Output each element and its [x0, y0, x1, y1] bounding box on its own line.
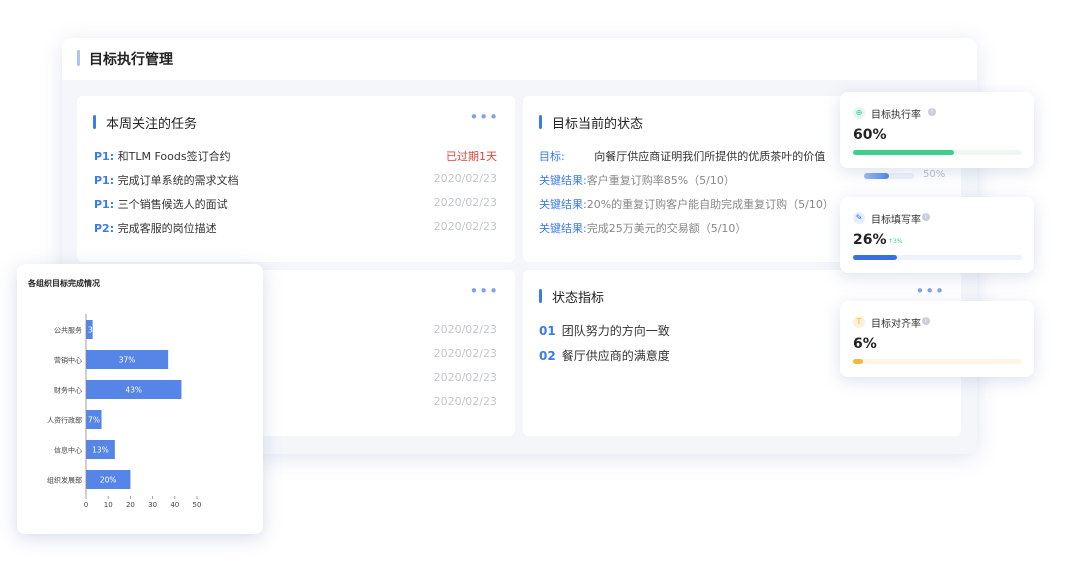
kpi-value: 26%: [853, 232, 887, 248]
indicator-text: 团队努力的方向一致: [561, 324, 670, 338]
card-accent-bar: [539, 115, 542, 129]
item-date: 2020/02/23: [433, 323, 497, 336]
bar-data-label: 13%: [92, 446, 109, 455]
category-label: 财务中心: [54, 386, 82, 395]
card-title: 状态指标: [552, 291, 605, 306]
edit-icon: ✎: [853, 212, 865, 224]
panel-header: 目标执行管理: [62, 38, 977, 80]
task-due-date: 2020/02/23: [433, 196, 497, 209]
info-icon[interactable]: i: [928, 108, 936, 116]
kpi-trend: ↑3%: [888, 238, 903, 245]
indicator-row: 01 团队努力的方向一致: [539, 322, 670, 339]
bar-data-label: 37%: [119, 356, 136, 365]
indicator-number: 02: [539, 349, 556, 363]
task-priority: P1:: [94, 150, 115, 163]
kpi-progress-fill: [853, 255, 897, 260]
category-label: 营销中心: [54, 356, 82, 365]
category-label: 人资行政部: [47, 416, 82, 425]
kpi-label: 目标对齐率: [871, 319, 921, 330]
category-label: 公共服务: [54, 326, 82, 335]
task-priority: P2:: [94, 222, 115, 235]
more-icon[interactable]: •••: [469, 282, 499, 300]
kpi-card-execution-rate: ⊕ 目标执行率 i 60%: [840, 92, 1034, 168]
key-result-text: 20%的重复订购客户能自助完成重复订购（5/10）: [586, 198, 834, 211]
weekly-tasks-card: 本周关注的任务 ••• P1: 和TLM Foods签订合约 已过期1天 P1:…: [77, 96, 515, 262]
align-icon: T: [853, 316, 865, 328]
task-row[interactable]: P2: 完成客服的岗位描述: [94, 220, 217, 236]
card-title: 目标当前的状态: [552, 117, 644, 132]
key-result-row: 关键结果:客户重复订购率85%（5/10）: [539, 172, 735, 188]
key-result-text: 客户重复订购率85%（5/10）: [586, 174, 735, 187]
x-tick-label: 50: [193, 501, 202, 509]
kpi-progress-track: [853, 359, 1022, 364]
bar-data-label: 7%: [88, 416, 100, 425]
bar-data-label: 20%: [100, 476, 117, 485]
task-due-date: 已过期1天: [446, 150, 497, 163]
task-text: 三个销售候选人的面试: [117, 198, 228, 211]
kpi-progress-track: [853, 150, 1022, 155]
task-priority: P1:: [94, 198, 115, 211]
goal-label: 目标:: [539, 150, 565, 163]
card-title: 本周关注的任务: [106, 117, 198, 132]
kpi-card-alignment-rate: T 目标对齐率 i 6%: [840, 301, 1034, 377]
kpi-progress-track: [853, 255, 1022, 260]
goal-row: 目标: 向餐厅供应商证明我们所提供的优质茶叶的价值: [539, 148, 825, 164]
goal-text: 向餐厅供应商证明我们所提供的优质茶叶的价值: [594, 150, 826, 163]
org-icon: ⊕: [853, 107, 865, 119]
progress-percent: 50%: [923, 169, 946, 180]
x-tick-label: 40: [170, 501, 179, 509]
org-goal-bar-chart: 公共服务 3% 营销中心 37% 财务中心 43% 人资行政部 7% 信息中心 13% 组织发展部 2…: [47, 314, 202, 509]
info-icon[interactable]: i: [922, 317, 930, 325]
kpi-progress-fill: [853, 150, 955, 155]
progress-fill: [864, 173, 889, 179]
org-goal-chart-card: 各组织目标完成情况 公共服务 3% 营销中心 37% 财务中心 43% 人资行政部 7% 信息中…: [17, 264, 263, 534]
card-accent-bar: [539, 289, 542, 303]
key-result-label: 关键结果:: [539, 198, 587, 211]
indicator-number: 01: [539, 324, 556, 338]
x-tick-label: 0: [84, 501, 88, 509]
task-row[interactable]: P1: 和TLM Foods签订合约: [94, 148, 231, 164]
task-row[interactable]: P1: 完成订单系统的需求文档: [94, 172, 239, 188]
task-due-date: 2020/02/23: [433, 220, 497, 233]
bar-data-label: 3%: [88, 326, 100, 335]
page-title: 目标执行管理: [89, 52, 173, 68]
kpi-label: 目标执行率: [871, 110, 921, 121]
info-icon[interactable]: i: [922, 213, 930, 221]
kpi-value: 6%: [853, 336, 877, 352]
task-due-date: 2020/02/23: [433, 172, 497, 185]
kpi-progress-fill: [853, 359, 864, 364]
x-tick-label: 30: [148, 501, 157, 509]
bar-data-label: 43%: [125, 386, 142, 395]
kpi-label: 目标填写率: [871, 215, 921, 226]
task-text: 和TLM Foods签订合约: [117, 150, 231, 163]
key-result-row: 关键结果:完成25万美元的交易额（5/10）: [539, 220, 746, 236]
kpi-value: 60%: [853, 127, 887, 143]
key-result-label: 关键结果:: [539, 222, 587, 235]
key-result-text: 完成25万美元的交易额（5/10）: [586, 222, 747, 235]
item-date: 2020/02/23: [433, 371, 497, 384]
card-accent-bar: [93, 115, 96, 129]
item-date: 2020/02/23: [433, 395, 497, 408]
task-text: 完成订单系统的需求文档: [117, 174, 239, 187]
kpi-card-fill-rate: ✎ 目标填写率 i 26% ↑3%: [840, 197, 1034, 273]
more-icon[interactable]: •••: [469, 108, 499, 126]
key-result-progress-bar: [864, 173, 914, 179]
item-date: 2020/02/23: [433, 347, 497, 360]
key-result-label: 关键结果:: [539, 174, 587, 187]
key-result-row: 关键结果:20%的重复订购客户能自助完成重复订购（5/10）: [539, 196, 834, 212]
header-accent-bar: [77, 50, 80, 66]
indicator-row: 02 餐厅供应商的满意度: [539, 347, 670, 364]
x-tick-label: 10: [104, 501, 113, 509]
more-icon[interactable]: •••: [915, 282, 945, 300]
category-label: 组织发展部: [47, 476, 82, 485]
task-priority: P1:: [94, 174, 115, 187]
task-text: 完成客服的岗位描述: [117, 222, 217, 235]
indicator-text: 餐厅供应商的满意度: [561, 349, 670, 363]
category-label: 信息中心: [54, 446, 82, 455]
x-tick-label: 20: [126, 501, 135, 509]
task-row[interactable]: P1: 三个销售候选人的面试: [94, 196, 228, 212]
